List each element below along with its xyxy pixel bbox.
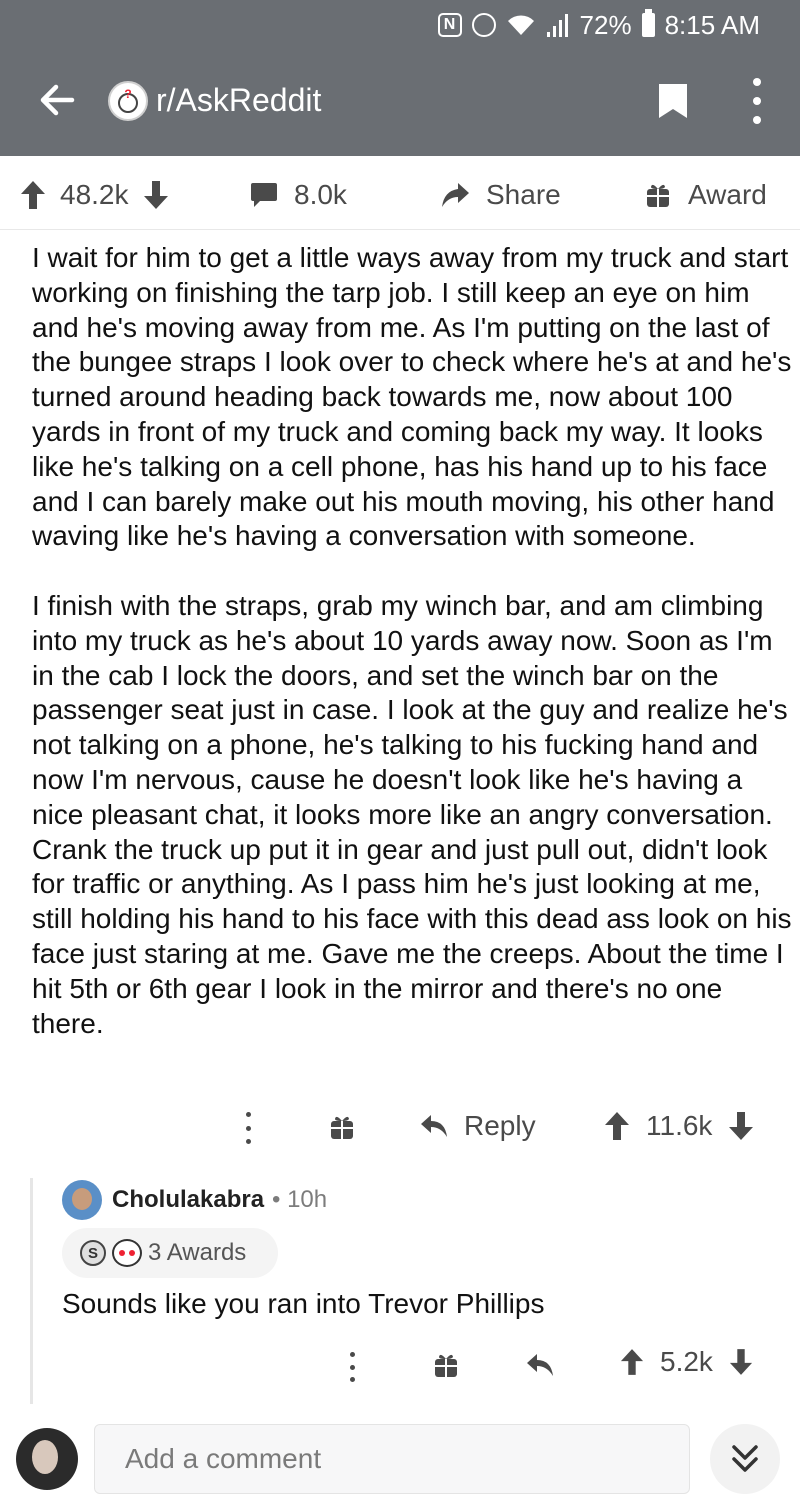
- post-vote-group: 48.2k: [20, 178, 169, 212]
- comment-downvote-icon[interactable]: [728, 1111, 754, 1141]
- comment-bubble-icon: [250, 181, 278, 209]
- expand-button[interactable]: [710, 1424, 780, 1494]
- awards-count: 3 Awards: [148, 1239, 247, 1266]
- reply-button[interactable]: Reply: [420, 1110, 536, 1142]
- top-bar: N 72% 8:15 AM ? r/AskReddit: [0, 0, 800, 156]
- reply-username[interactable]: Cholulakabra: [112, 1186, 264, 1214]
- reply-action-bar: 5.2k: [0, 1342, 800, 1392]
- reply-meta: • 10h: [272, 1186, 328, 1213]
- comment-composer: [0, 1410, 800, 1506]
- reply-more-icon[interactable]: [344, 1352, 360, 1382]
- battery-icon: [641, 9, 655, 37]
- add-comment-input[interactable]: [94, 1424, 690, 1494]
- signal-icon: [546, 12, 570, 38]
- reply-text: Sounds like you ran into Trevor Phillips: [62, 1288, 545, 1319]
- nfc-icon: N: [437, 13, 462, 37]
- comment-score: 11.6k: [646, 1110, 713, 1141]
- comments-count: 8.0k: [294, 179, 347, 210]
- comment-vote-group: 11.6k: [604, 1110, 754, 1142]
- upvote-icon[interactable]: [20, 180, 46, 210]
- reply-upvote-icon[interactable]: [620, 1348, 644, 1376]
- award-label: Award: [688, 179, 767, 210]
- reply-arrow-icon: [421, 1115, 447, 1137]
- back-arrow-icon[interactable]: [36, 80, 76, 120]
- clock: 8:15 AM: [664, 9, 760, 40]
- reply-to-reply-icon[interactable]: [526, 1352, 554, 1378]
- subreddit-icon[interactable]: ?: [108, 81, 148, 121]
- comment-paragraph: I wait for him to get a little ways away…: [32, 242, 792, 552]
- wifi-icon: [506, 13, 536, 37]
- snoo-award-icon: [112, 1239, 142, 1267]
- reply-downvote-icon[interactable]: [729, 1348, 753, 1376]
- silver-award-icon: S: [80, 1240, 106, 1266]
- comment-gift-icon[interactable]: [330, 1114, 354, 1140]
- share-label: Share: [486, 179, 561, 210]
- svg-text:?: ?: [124, 87, 131, 101]
- comment-more-icon[interactable]: [238, 1112, 258, 1144]
- comment-upvote-icon[interactable]: [604, 1111, 630, 1141]
- overflow-menu-icon[interactable]: [748, 78, 766, 124]
- gift-icon: [646, 182, 670, 208]
- share-button[interactable]: Share: [440, 178, 561, 212]
- post-score: 48.2k: [60, 179, 129, 210]
- reply-awards[interactable]: S 3 Awards: [62, 1228, 278, 1278]
- status-bar: N 72% 8:15 AM: [437, 8, 760, 42]
- reply-gift-icon[interactable]: [434, 1352, 458, 1378]
- reply-vote-group: 5.2k: [620, 1346, 753, 1378]
- comment-paragraph: I finish with the straps, grab my winch …: [32, 589, 792, 1039]
- post-action-bar: 48.2k 8.0k Share Award: [0, 160, 800, 230]
- bookmark-icon[interactable]: [657, 84, 689, 120]
- user-avatar[interactable]: [16, 1428, 78, 1490]
- app-bar: ? r/AskReddit: [0, 58, 800, 150]
- downvote-icon[interactable]: [143, 180, 169, 210]
- double-chevron-down-icon: [732, 1445, 758, 1472]
- subreddit-name[interactable]: r/AskReddit: [156, 82, 321, 119]
- award-button[interactable]: Award: [646, 178, 767, 212]
- comment-body: I wait for him to get a little ways away…: [32, 241, 792, 1076]
- reply-score: 5.2k: [660, 1346, 713, 1377]
- comments-button[interactable]: 8.0k: [250, 178, 347, 212]
- reply-age: 10h: [287, 1186, 328, 1213]
- battery-percent: 72%: [579, 9, 632, 40]
- reply-label: Reply: [464, 1110, 536, 1141]
- alarm-icon: [471, 13, 496, 37]
- share-icon: [440, 181, 470, 209]
- reply-avatar[interactable]: [62, 1180, 102, 1220]
- comment-action-bar: Reply 11.6k: [0, 1100, 800, 1156]
